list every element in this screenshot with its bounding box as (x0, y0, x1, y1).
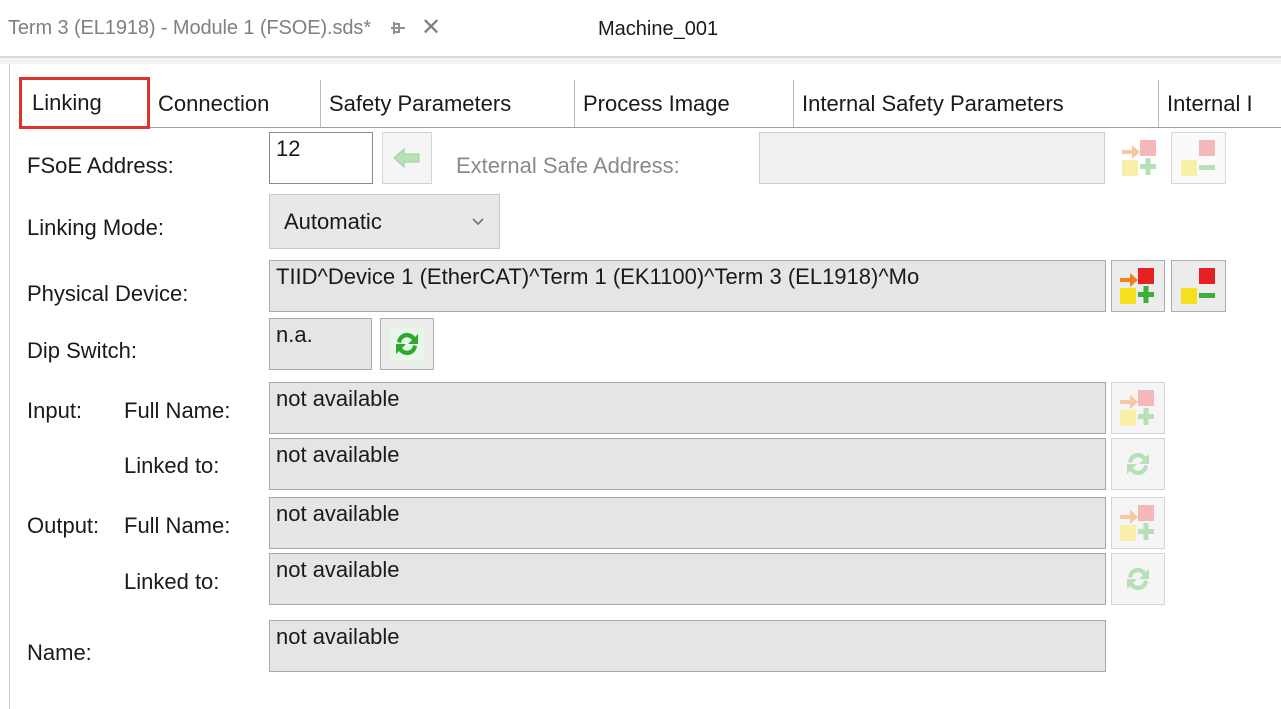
tab-linking[interactable]: Linking (19, 77, 150, 129)
link-add-icon (1120, 390, 1154, 426)
tab-label: Safety Parameters (329, 90, 512, 116)
input-linked-to-label: Linked to: (124, 453, 220, 478)
physical-device-field: TIID^Device 1 (EtherCAT)^Term 1 (EK1100)… (269, 260, 1106, 312)
content-left-border (9, 64, 10, 709)
physical-device-label: Physical Device: (27, 281, 189, 306)
tab-label: Internal Safety Parameters (802, 90, 1064, 116)
document-tab-sds[interactable]: Term 3 (EL1918) - Module 1 (FSOE).sds* ✕ (0, 0, 588, 56)
name-field: not available (269, 620, 1106, 672)
link-add-button[interactable] (1111, 260, 1165, 312)
refresh-button[interactable] (380, 318, 434, 370)
output-full-name-field: not available (269, 497, 1106, 549)
link-add-icon (1121, 140, 1156, 176)
close-icon[interactable]: ✕ (421, 16, 441, 40)
link-remove-button[interactable] (1171, 260, 1226, 312)
arrow-left-icon (393, 147, 420, 169)
refresh-icon (1127, 567, 1149, 591)
document-tab-bar: Term 3 (EL1918) - Module 1 (FSOE).sds* ✕… (0, 0, 1281, 56)
input-full-name-label: Full Name: (124, 398, 231, 423)
external-safe-address-label: External Safe Address: (456, 153, 680, 178)
set-address-button[interactable] (382, 132, 432, 184)
dip-switch-field: n.a. (269, 318, 372, 370)
document-tab-title: Term 3 (EL1918) - Module 1 (FSOE).sds* (8, 16, 371, 39)
input-group-label: Input: (27, 398, 83, 423)
output-linked-to-field: not available (269, 553, 1106, 605)
output-linked-to-label: Linked to: (124, 569, 220, 594)
linking-mode-value: Automatic (284, 208, 382, 234)
tab-connection[interactable]: Connection (150, 80, 320, 127)
link-add-button-disabled[interactable] (1114, 132, 1165, 184)
linking-mode-label: Linking Mode: (27, 215, 164, 240)
tab-process-image[interactable]: Process Image (574, 80, 793, 127)
tab-internal-truncated[interactable]: Internal I (1158, 80, 1281, 127)
output-group-label: Output: (27, 513, 100, 538)
link-remove-icon (1180, 140, 1215, 176)
document-tab-machine-title: Machine_001 (598, 17, 719, 40)
tab-label: Connection (158, 90, 270, 116)
linking-mode-select[interactable]: Automatic (269, 194, 500, 249)
input-linked-to-field: not available (269, 438, 1106, 490)
link-add-icon (1120, 268, 1154, 304)
input-full-name-field: not available (269, 382, 1106, 434)
name-label: Name: (27, 640, 92, 665)
external-safe-address-input[interactable] (759, 132, 1105, 184)
tab-label: Internal I (1167, 90, 1253, 116)
property-tab-bar: Linking Connection Safety Parameters Pro… (19, 77, 1281, 129)
dip-switch-label: Dip Switch: (27, 338, 138, 363)
output-link-add-button[interactable] (1111, 497, 1165, 549)
tab-safety-parameters[interactable]: Safety Parameters (320, 80, 574, 127)
tab-internal-safety-parameters[interactable]: Internal Safety Parameters (793, 80, 1158, 127)
fsoe-address-label: FSoE Address: (27, 153, 174, 178)
input-link-add-button[interactable] (1111, 382, 1165, 434)
link-remove-icon (1180, 268, 1215, 304)
refresh-icon (1127, 452, 1149, 476)
input-refresh-button[interactable] (1111, 438, 1165, 490)
output-full-name-label: Full Name: (124, 513, 231, 538)
link-add-icon (1120, 505, 1154, 541)
refresh-icon (390, 327, 424, 361)
chevron-down-icon (471, 214, 485, 230)
document-tab-strip (0, 56, 1281, 64)
pin-icon[interactable] (389, 19, 407, 37)
tab-label: Linking (32, 90, 102, 115)
document-tab-machine[interactable]: Machine_001 (590, 8, 727, 50)
tab-label: Process Image (583, 90, 730, 116)
link-remove-button-disabled[interactable] (1171, 132, 1226, 184)
fsoe-address-input[interactable]: 12 (269, 132, 373, 184)
output-refresh-button[interactable] (1111, 553, 1165, 605)
